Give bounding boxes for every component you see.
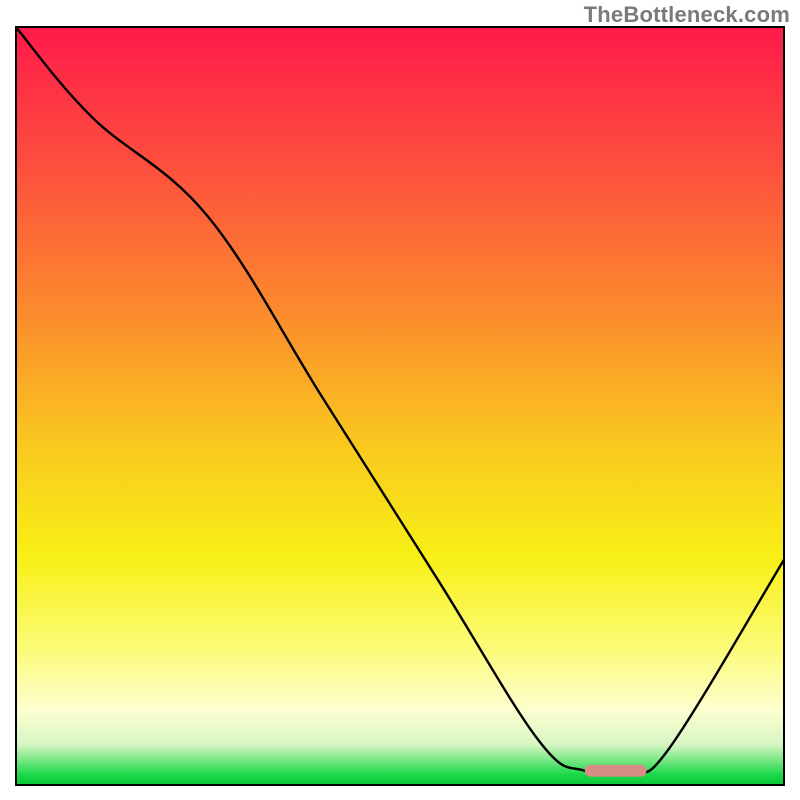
plot-frame (15, 26, 785, 786)
optimal-range-marker (585, 765, 647, 777)
watermark-label: TheBottleneck.com (584, 2, 790, 28)
bottleneck-plot (15, 26, 785, 786)
plot-background (15, 26, 785, 786)
chart-container: TheBottleneck.com (0, 0, 800, 800)
